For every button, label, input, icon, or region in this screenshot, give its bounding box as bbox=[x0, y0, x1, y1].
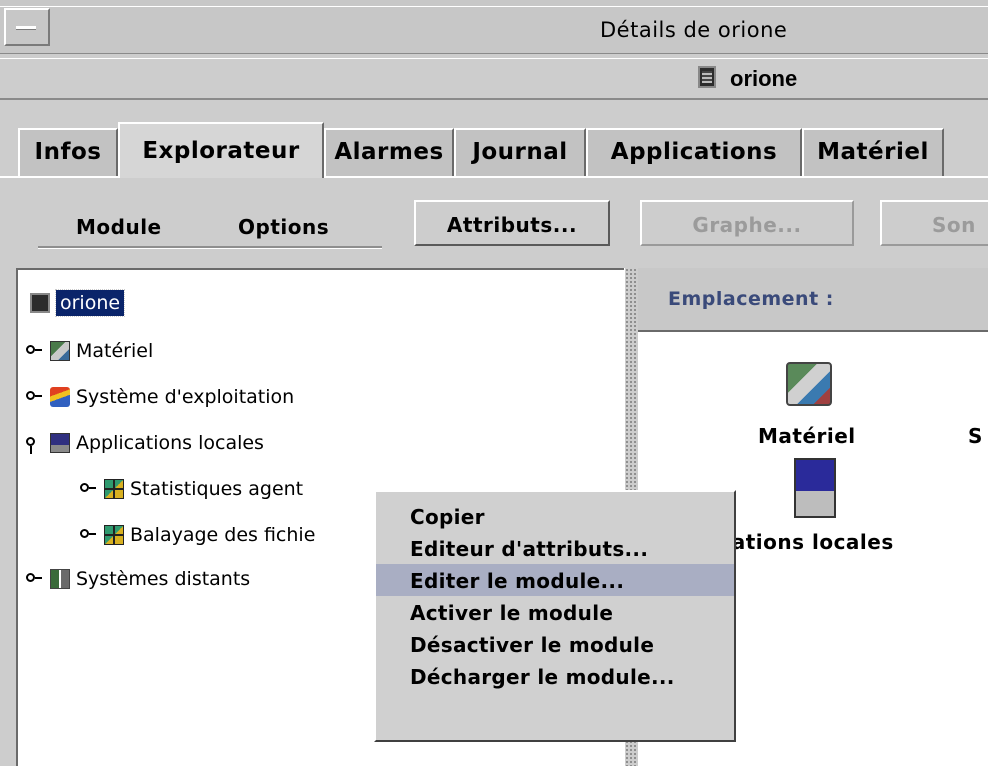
icon-caption[interactable]: ications locales bbox=[712, 530, 894, 554]
hardware-icon bbox=[50, 341, 70, 361]
tab-journal[interactable]: Journal bbox=[454, 128, 586, 176]
operating-system-icon bbox=[50, 387, 70, 407]
menu-item-disable-module[interactable]: Désactiver le module bbox=[376, 628, 734, 660]
tree-node-systeme[interactable]: Système d'exploitation bbox=[26, 380, 294, 414]
tree-node-label: Applications locales bbox=[76, 432, 264, 454]
tree-node-statistiques-agent[interactable]: Statistiques agent bbox=[80, 472, 303, 506]
location-label: Emplacement : bbox=[668, 288, 834, 310]
tab-strip-line bbox=[324, 176, 988, 178]
window-menu-icon bbox=[16, 26, 36, 30]
menu-item-copy[interactable]: Copier bbox=[376, 500, 734, 532]
expand-icon[interactable] bbox=[80, 482, 104, 496]
tree-node-systemes-distants[interactable]: Systèmes distants bbox=[26, 562, 250, 596]
tree-node-balayage[interactable]: Balayage des fichie bbox=[80, 518, 315, 552]
module-icon bbox=[104, 525, 124, 545]
host-header bbox=[0, 58, 988, 100]
menu-item-edit-module[interactable]: Editer le module... bbox=[376, 564, 734, 596]
menu-item-unload-module[interactable]: Décharger le module... bbox=[376, 660, 734, 692]
tab-strip-line bbox=[0, 176, 118, 178]
host-name: orione bbox=[730, 66, 798, 91]
collapse-icon[interactable] bbox=[26, 436, 50, 454]
module-menu[interactable]: Module bbox=[76, 215, 162, 239]
menu-item-attribute-editor[interactable]: Editeur d'attributs... bbox=[376, 532, 734, 564]
tree-node-label: Matériel bbox=[76, 340, 154, 362]
tree-node-label: Statistiques agent bbox=[130, 478, 304, 500]
tab-alarmes[interactable]: Alarmes bbox=[324, 128, 454, 176]
expand-icon[interactable] bbox=[26, 572, 50, 586]
window-menu-button[interactable] bbox=[4, 8, 50, 46]
options-menu[interactable]: Options bbox=[238, 215, 329, 239]
expand-icon[interactable] bbox=[26, 390, 50, 404]
probe-button[interactable]: Son bbox=[880, 200, 988, 246]
icon-caption[interactable]: Matériel bbox=[758, 424, 856, 448]
expand-icon[interactable] bbox=[26, 344, 50, 358]
host-icon bbox=[30, 293, 50, 313]
menu-bar-underline bbox=[38, 246, 382, 249]
context-menu: Copier Editeur d'attributs... Editer le … bbox=[374, 490, 736, 742]
tree-node-applications-locales[interactable]: Applications locales bbox=[26, 426, 264, 460]
tree-node-label: Balayage des fichie bbox=[130, 524, 316, 546]
tree-node-materiel[interactable]: Matériel bbox=[26, 334, 153, 368]
tree-node-label: Système d'exploitation bbox=[76, 386, 295, 408]
icon-caption[interactable]: S bbox=[968, 424, 983, 448]
tab-applications[interactable]: Applications bbox=[586, 128, 802, 176]
local-applications-large-icon[interactable] bbox=[794, 458, 836, 518]
attributes-button[interactable]: Attributs... bbox=[414, 200, 610, 246]
host-icon bbox=[698, 66, 716, 88]
local-applications-icon bbox=[50, 433, 70, 453]
tree-node-label: orione bbox=[54, 289, 126, 317]
tree-root[interactable]: orione bbox=[30, 286, 126, 320]
tab-infos[interactable]: Infos bbox=[18, 128, 118, 176]
menu-item-enable-module[interactable]: Activer le module bbox=[376, 596, 734, 628]
tab-explorateur[interactable]: Explorateur bbox=[118, 122, 324, 178]
tab-materiel[interactable]: Matériel bbox=[802, 128, 944, 176]
expand-icon[interactable] bbox=[80, 528, 104, 542]
graph-button[interactable]: Graphe... bbox=[640, 200, 854, 246]
hardware-large-icon[interactable] bbox=[786, 362, 832, 406]
title-bar-rule bbox=[0, 6, 988, 7]
window-title: Détails de orione bbox=[600, 18, 788, 42]
module-icon bbox=[104, 479, 124, 499]
remote-systems-icon bbox=[50, 569, 70, 589]
tree-node-label: Systèmes distants bbox=[76, 568, 251, 590]
